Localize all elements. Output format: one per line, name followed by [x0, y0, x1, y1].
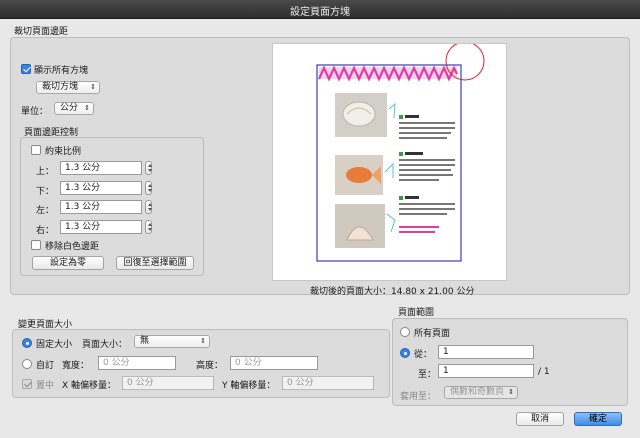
all-pages-label: 所有頁面	[414, 329, 451, 339]
units-value: 公分	[60, 103, 79, 113]
set-zero-button[interactable]: 設定為零	[32, 256, 104, 270]
crop-margins-label: 裁切頁面邊距	[14, 27, 69, 37]
cancel-button[interactable]: 取消	[516, 412, 564, 426]
revert-to-selection-button[interactable]: 回復至選擇範圍	[116, 256, 194, 270]
highlight-circle	[445, 41, 485, 81]
text-block-3	[399, 196, 455, 233]
left-margin-input[interactable]: 1.3 公分	[60, 200, 142, 214]
fixed-size-radio[interactable]	[22, 338, 32, 348]
to-label: 至：	[418, 370, 437, 380]
x-offset-label: X 軸偏移量：	[62, 381, 117, 391]
text-block-1	[399, 115, 455, 139]
box-type-select[interactable]: 裁切方塊 ⇕	[36, 81, 100, 94]
page-preview	[272, 41, 507, 281]
remove-white-label: 移除白色邊距	[45, 242, 100, 252]
apply-to-label: 套用至：	[400, 392, 437, 402]
fixed-size-label: 固定大小	[36, 340, 73, 350]
shell-photo-1	[335, 93, 387, 137]
text-block-2	[399, 152, 455, 181]
cropped-page-size: 裁切後的頁面大小：14.80 x 21.00 公分	[310, 287, 475, 297]
zigzag-header	[317, 65, 458, 82]
apply-to-select[interactable]: 偶數和奇數頁 ⇕	[444, 386, 518, 399]
shell-photo-2	[335, 204, 385, 248]
all-pages-radio[interactable]	[400, 327, 410, 337]
x-offset-input[interactable]: 0 公分	[122, 376, 214, 390]
y-offset-label: Y 軸偏移量：	[222, 381, 276, 391]
left-margin-stepper[interactable]	[145, 200, 152, 214]
page-thumbnail	[316, 41, 485, 262]
from-page-input[interactable]: 1	[438, 345, 534, 359]
custom-size-label: 自訂	[36, 361, 55, 371]
window-title: 設定頁面方塊	[290, 7, 350, 18]
width-input[interactable]: 0 公分	[98, 356, 176, 370]
bottom-margin-stepper[interactable]	[145, 181, 152, 195]
show-all-boxes-label: 顯示所有方塊	[34, 66, 89, 76]
total-pages: / 1	[538, 367, 550, 377]
width-label: 寬度：	[62, 361, 90, 371]
right-label: 右：	[36, 226, 55, 236]
page-range-label: 頁面範圍	[398, 308, 435, 318]
box-type-value: 裁切方塊	[42, 82, 79, 92]
page-size-value: 無	[140, 336, 150, 346]
bottom-label: 下：	[36, 187, 55, 197]
select-arrows-icon: ⇕	[200, 337, 206, 345]
height-input[interactable]: 0 公分	[230, 356, 318, 370]
right-margin-stepper[interactable]	[145, 220, 152, 234]
title-bar: 設定頁面方塊	[0, 0, 640, 19]
top-margin-stepper[interactable]	[145, 161, 152, 175]
ok-button[interactable]: 確定	[574, 412, 622, 426]
page-size-label: 頁面大小：	[82, 340, 128, 350]
units-select[interactable]: 公分 ⇕	[54, 102, 94, 115]
select-arrows-icon: ⇕	[90, 83, 96, 91]
from-radio[interactable]	[400, 348, 410, 358]
left-label: 左：	[36, 206, 55, 216]
apply-to-value: 偶數和奇數頁	[450, 387, 505, 397]
custom-size-radio[interactable]	[22, 359, 32, 369]
center-checkbox[interactable]	[22, 379, 32, 389]
constrain-checkbox[interactable]	[31, 145, 41, 155]
bottom-margin-input[interactable]: 1.3 公分	[60, 181, 142, 195]
select-arrows-icon: ⇕	[508, 388, 514, 396]
goldfish-photo	[335, 155, 383, 195]
height-label: 高度：	[196, 361, 224, 371]
show-all-boxes-checkbox[interactable]	[21, 64, 31, 74]
y-offset-input[interactable]: 0 公分	[282, 376, 374, 390]
remove-white-checkbox[interactable]	[31, 240, 41, 250]
page-size-select[interactable]: 無 ⇕	[134, 335, 210, 348]
right-margin-input[interactable]: 1.3 公分	[60, 220, 142, 234]
to-page-input[interactable]: 1	[438, 364, 534, 378]
units-label: 單位：	[21, 107, 49, 117]
top-label: 上：	[36, 167, 55, 177]
select-arrows-icon: ⇕	[84, 104, 90, 112]
top-margin-input[interactable]: 1.3 公分	[60, 161, 142, 175]
from-label: 從：	[414, 350, 433, 360]
constrain-label: 約束比例	[45, 147, 82, 157]
center-label: 置中	[36, 381, 55, 391]
